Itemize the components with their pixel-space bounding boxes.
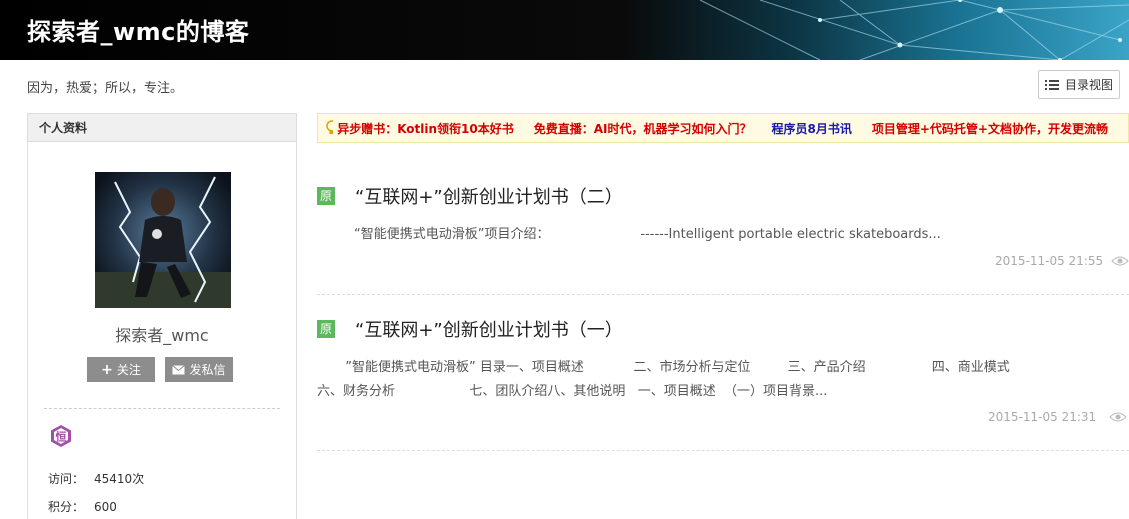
article-date: 2015-11-05 21:55	[995, 254, 1104, 268]
avatar-image	[95, 172, 231, 308]
stat-points: 积分： 600	[48, 498, 117, 515]
notice-link-2[interactable]: 免费直播：AI时代，机器学习如何入门？	[534, 120, 752, 137]
stat-visits-label: 访问：	[48, 472, 85, 486]
badge-char: 恒	[56, 430, 67, 444]
article-summary: “智能便携式电动滑板”项目介绍： ------Intelligent porta…	[354, 227, 941, 242]
stat-points-label: 积分：	[48, 500, 85, 514]
catalog-view-button[interactable]: 目录视图	[1038, 70, 1120, 99]
profile-divider	[44, 408, 280, 409]
stat-points-value: 600	[94, 500, 117, 514]
article-separator	[317, 450, 1129, 451]
blog-header-banner: 探索者_wmc的博客	[0, 0, 1129, 60]
article-title[interactable]: “互联网+”创新创业计划书（一）	[355, 316, 623, 342]
list-icon	[1044, 79, 1059, 90]
private-message-button[interactable]: 发私信	[165, 357, 233, 382]
notice-link-4[interactable]: 项目管理+代码托管+文档协作，开发更流畅	[872, 120, 1108, 137]
blog-tagline: 因为，热爱；所以，专注。	[27, 81, 184, 96]
follow-label: 关注	[116, 363, 141, 377]
notice-link-1[interactable]: 异步赠书：Kotlin领衔10本好书	[337, 120, 514, 137]
article-date: 2015-11-05 21:31	[988, 410, 1097, 424]
profile-panel: 个人资料 探索者_wmc + 关注 发私信 恒 访问： 45410次 积分： 6…	[27, 113, 297, 519]
plus-icon: +	[101, 361, 113, 378]
views-eye-icon	[1109, 412, 1127, 422]
follow-button[interactable]: + 关注	[87, 357, 155, 382]
stat-visits: 访问： 45410次	[48, 470, 144, 487]
stat-visits-value: 45410次	[94, 472, 145, 486]
profile-panel-title: 个人资料	[28, 114, 296, 142]
original-tag: 原	[317, 187, 335, 205]
blog-title[interactable]: 探索者_wmc的博客	[27, 12, 249, 47]
promo-notice-bar: 异步赠书：Kotlin领衔10本好书 免费直播：AI时代，机器学习如何入门？ 程…	[317, 113, 1129, 143]
original-tag: 原	[317, 320, 335, 338]
article-separator	[317, 294, 1129, 295]
lightbulb-icon	[326, 120, 334, 134]
username[interactable]: 探索者_wmc	[28, 322, 296, 346]
article-summary-line: 六、财务分析 七、团队介绍八、其他说明 一、项目概述 （一）项目背景...	[317, 384, 828, 399]
views-eye-icon	[1111, 256, 1129, 266]
envelope-icon	[172, 364, 186, 374]
message-label: 发私信	[189, 363, 226, 377]
notice-link-3[interactable]: 程序员8月书讯	[772, 120, 852, 137]
article-summary-line: ”智能便携式电动滑板” 目录一、项目概述 二、市场分析与定位 三、产品介绍 四、…	[337, 360, 1010, 375]
medal-badge-icon[interactable]: 恒	[49, 424, 73, 448]
avatar[interactable]	[95, 172, 231, 308]
article-title[interactable]: “互联网+”创新创业计划书（二）	[355, 183, 623, 209]
catalog-view-label: 目录视图	[1064, 78, 1113, 92]
